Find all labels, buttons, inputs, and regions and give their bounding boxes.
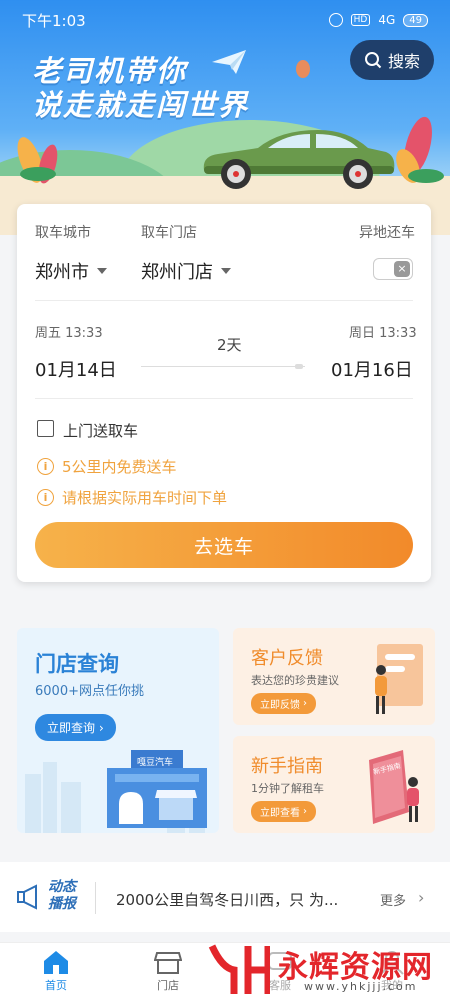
tile-title: 门店查询 (35, 652, 119, 676)
chevron-right-icon: › (99, 720, 104, 735)
button-label: 立即反馈 (260, 700, 300, 711)
start-date-value: 01月14日 (35, 360, 117, 381)
tab-store[interactable]: 门店 (138, 949, 198, 993)
diff-return-label: 异地还车 (359, 225, 415, 241)
store-sign: 嘎豆汽车 (137, 758, 174, 768)
news-ticker[interactable]: 动态 播报 2000公里自驾冬日川西，只 为... 更多 › (0, 862, 450, 932)
status-bar: 下午1:03 HD 4G 49 (0, 0, 450, 40)
tile-subtitle: 表达您的珍贵建议 (251, 674, 339, 687)
start-date-button[interactable]: 01月14日 (35, 356, 117, 382)
tab-home[interactable]: 首页 (26, 949, 86, 993)
button-label: 立即查询 (47, 721, 96, 735)
tile-title: 新手指南 (251, 756, 323, 777)
tile-subtitle: 1分钟了解租车 (251, 782, 324, 795)
caret-down-icon (221, 268, 231, 274)
status-time: 下午1:03 (22, 11, 86, 30)
store-query-button[interactable]: 立即查询 › (35, 714, 116, 741)
news-tag-line: 播报 (48, 896, 76, 912)
info-note: i 5公里内免费送车 (37, 456, 177, 477)
door-service-checkbox[interactable] (37, 420, 54, 437)
info-icon: i (37, 489, 54, 506)
divider (35, 300, 413, 301)
home-icon (44, 951, 68, 974)
search-button[interactable]: 搜索 (350, 40, 434, 80)
booking-card: 取车城市 取车门店 异地还车 郑州市 郑州门店 × 周五 13:33 周日 13… (17, 204, 431, 582)
chevron-right-icon[interactable]: › (418, 888, 424, 907)
info-note: i 请根据实际用车时间下单 (37, 487, 227, 508)
plant-decoration (17, 137, 58, 184)
balloon-icon (296, 60, 310, 78)
watermark-url: www.yhkjjj.com (304, 980, 418, 993)
door-service-label: 上门送取车 (63, 422, 139, 440)
divider (35, 398, 413, 399)
guide-tile[interactable]: 新手指南 1分钟了解租车 立即查看 › 新手指南 (233, 736, 435, 833)
car-illustration (203, 130, 395, 189)
choose-car-button[interactable]: 去选车 (35, 522, 413, 568)
hero-slogan: 老司机带你 说走就走闯世界 (32, 54, 249, 122)
tab-label: 首页 (45, 979, 67, 992)
news-tag-line: 动态 (48, 879, 76, 895)
end-date-button[interactable]: 01月16日 (331, 356, 413, 382)
plant-decoration (396, 116, 444, 183)
signal-icon: 4G (378, 13, 396, 27)
duration-marker (295, 364, 303, 369)
caret-down-icon (97, 268, 107, 274)
news-more-link[interactable]: 更多 (380, 890, 406, 909)
news-headline[interactable]: 2000公里自驾冬日川西，只 为... (116, 889, 356, 910)
slogan-line: 老司机带你 (32, 54, 188, 88)
guide-button[interactable]: 立即查看 › (251, 801, 316, 822)
store-icon (154, 952, 182, 974)
hero-banner: 下午1:03 HD 4G 49 老司机带你 说走就走闯世界 搜索 (0, 0, 450, 235)
search-icon (364, 52, 382, 69)
tile-subtitle: 6000+网点任你挑 (35, 684, 144, 699)
rental-duration: 2天 (217, 336, 242, 354)
info-icon: i (37, 458, 54, 475)
alarm-icon (328, 13, 343, 27)
search-label: 搜索 (387, 52, 420, 71)
news-tag: 动态 播报 (48, 879, 76, 913)
pickup-store-select[interactable]: 郑州门店 (141, 258, 231, 284)
feedback-tile[interactable]: 客户反馈 表达您的珍贵建议 立即反馈 › (233, 628, 435, 725)
hd-icon: HD (350, 14, 371, 26)
watermark-logo (208, 944, 270, 994)
pickup-store-label: 取车门店 (141, 225, 197, 241)
pickup-city-value: 郑州市 (35, 262, 89, 283)
tile-title: 客户反馈 (251, 648, 323, 669)
chevron-right-icon: › (303, 698, 307, 709)
pickup-city-label: 取车城市 (35, 225, 91, 241)
feedback-illustration (375, 644, 423, 714)
start-weekday-time: 周五 13:33 (35, 326, 103, 341)
diff-return-toggle[interactable]: × (373, 258, 413, 280)
guide-book-illustration (369, 750, 419, 824)
tab-label: 门店 (157, 979, 179, 992)
battery-icon: 49 (403, 13, 428, 27)
feedback-button[interactable]: 立即反馈 › (251, 693, 316, 714)
end-date-value: 01月16日 (331, 360, 413, 381)
button-label: 立即查看 (260, 808, 300, 819)
note-text: 5公里内免费送车 (62, 458, 177, 476)
pickup-store-value: 郑州门店 (141, 262, 213, 283)
pickup-city-select[interactable]: 郑州市 (35, 258, 107, 284)
close-icon: × (394, 261, 410, 277)
watermark: 永辉资源网 www.yhkjjj.com (200, 936, 450, 1000)
chevron-right-icon: › (303, 806, 307, 817)
end-weekday-time: 周日 13:33 (349, 326, 417, 341)
store-query-tile[interactable]: 门店查询 6000+网点任你挑 立即查询 › 嘎豆汽车 (17, 628, 219, 833)
slogan-line: 说走就走闯世界 (32, 88, 250, 122)
divider (95, 882, 96, 914)
note-text: 请根据实际用车时间下单 (62, 489, 228, 507)
megaphone-icon (17, 884, 37, 910)
duration-line (141, 366, 305, 367)
